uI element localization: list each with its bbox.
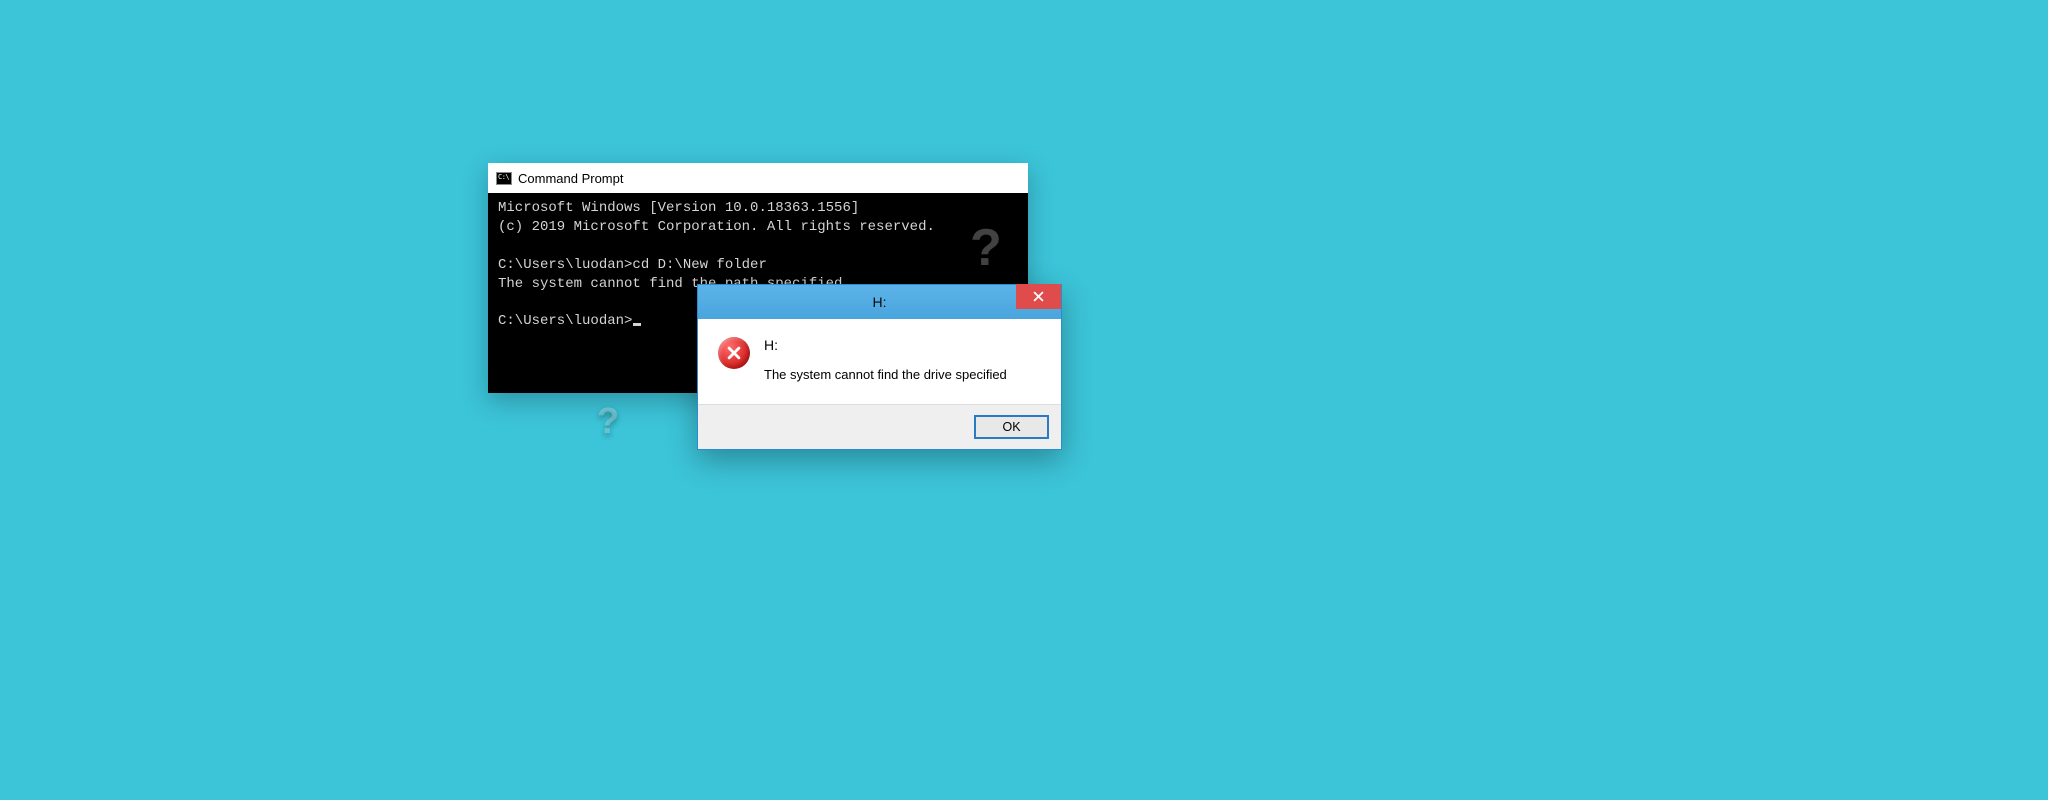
- dialog-message: The system cannot find the drive specifi…: [764, 367, 1007, 382]
- cmd-line: Microsoft Windows [Version 10.0.18363.15…: [498, 200, 859, 216]
- question-mark-icon: ?: [597, 400, 619, 442]
- dialog-body: H: The system cannot find the drive spec…: [698, 319, 1061, 404]
- dialog-titlebar[interactable]: H:: [698, 285, 1061, 319]
- close-button[interactable]: [1016, 284, 1061, 309]
- cmd-line: C:\Users\luodan>cd D:\New folder: [498, 257, 767, 273]
- dialog-heading: H:: [764, 337, 1007, 353]
- cmd-line: (c) 2019 Microsoft Corporation. All righ…: [498, 219, 935, 235]
- cmd-prompt: C:\Users\luodan>: [498, 313, 632, 329]
- error-icon: [718, 337, 750, 369]
- cursor-icon: [633, 323, 641, 326]
- dialog-text: H: The system cannot find the drive spec…: [764, 337, 1007, 382]
- dialog-footer: OK: [698, 404, 1061, 449]
- close-icon: [1033, 291, 1044, 302]
- cmd-icon: [496, 172, 512, 185]
- error-dialog: H: H: The system cannot find the drive s…: [697, 284, 1062, 450]
- question-mark-icon: ?: [970, 218, 1002, 278]
- cmd-titlebar[interactable]: Command Prompt: [488, 163, 1028, 193]
- dialog-title: H:: [873, 294, 887, 310]
- cmd-title: Command Prompt: [518, 171, 623, 186]
- ok-button[interactable]: OK: [974, 415, 1049, 439]
